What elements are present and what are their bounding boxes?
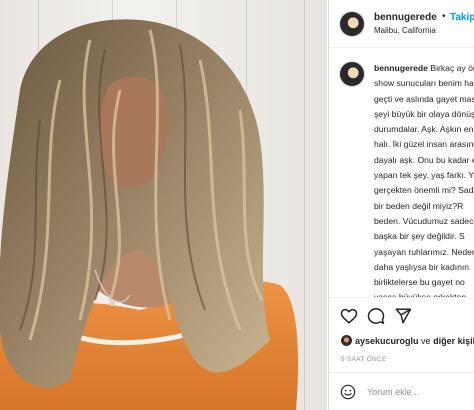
post-side-panel: bennugerede • Takip Malibu, California b… — [328, 0, 474, 410]
liker-username[interactable]: aysekucuroglu — [355, 336, 419, 346]
likes-summary: aysekucuroglu ve diğer kişiler — [341, 335, 474, 349]
comment-input[interactable] — [367, 383, 467, 401]
portrait-illustration — [0, 19, 299, 410]
likes-others[interactable]: diğer kişiler — [433, 336, 474, 346]
caption-text-block: bennugerede Birkaç ay önce bir talk show… — [374, 61, 474, 297]
post-location[interactable]: Malibu, California — [374, 26, 436, 35]
caption-text: Birkaç ay önce bir talk show sunucuları … — [374, 63, 474, 297]
post-timestamp[interactable]: 5 SAAT ÖNCE — [341, 356, 387, 363]
heart-icon[interactable] — [340, 307, 358, 325]
header-separator-dot: • — [442, 11, 446, 22]
post-photo[interactable] — [0, 0, 327, 410]
follow-button[interactable]: Takip — [450, 12, 474, 23]
caption-author-avatar[interactable] — [339, 61, 365, 87]
comment-icon[interactable] — [367, 307, 385, 325]
comment-composer — [329, 372, 474, 410]
smiley-icon[interactable] — [340, 384, 356, 400]
paper-plane-icon[interactable] — [394, 307, 412, 325]
likes-connector: ve — [421, 336, 431, 346]
action-bar — [329, 297, 474, 331]
caption-username[interactable]: bennugerede — [374, 63, 428, 73]
liker-avatar[interactable] — [341, 335, 352, 346]
caption-section: bennugerede Birkaç ay önce bir talk show… — [329, 49, 474, 297]
author-avatar[interactable] — [339, 11, 365, 37]
post-header: bennugerede • Takip Malibu, California — [329, 0, 474, 48]
author-username[interactable]: bennugerede — [374, 12, 437, 23]
